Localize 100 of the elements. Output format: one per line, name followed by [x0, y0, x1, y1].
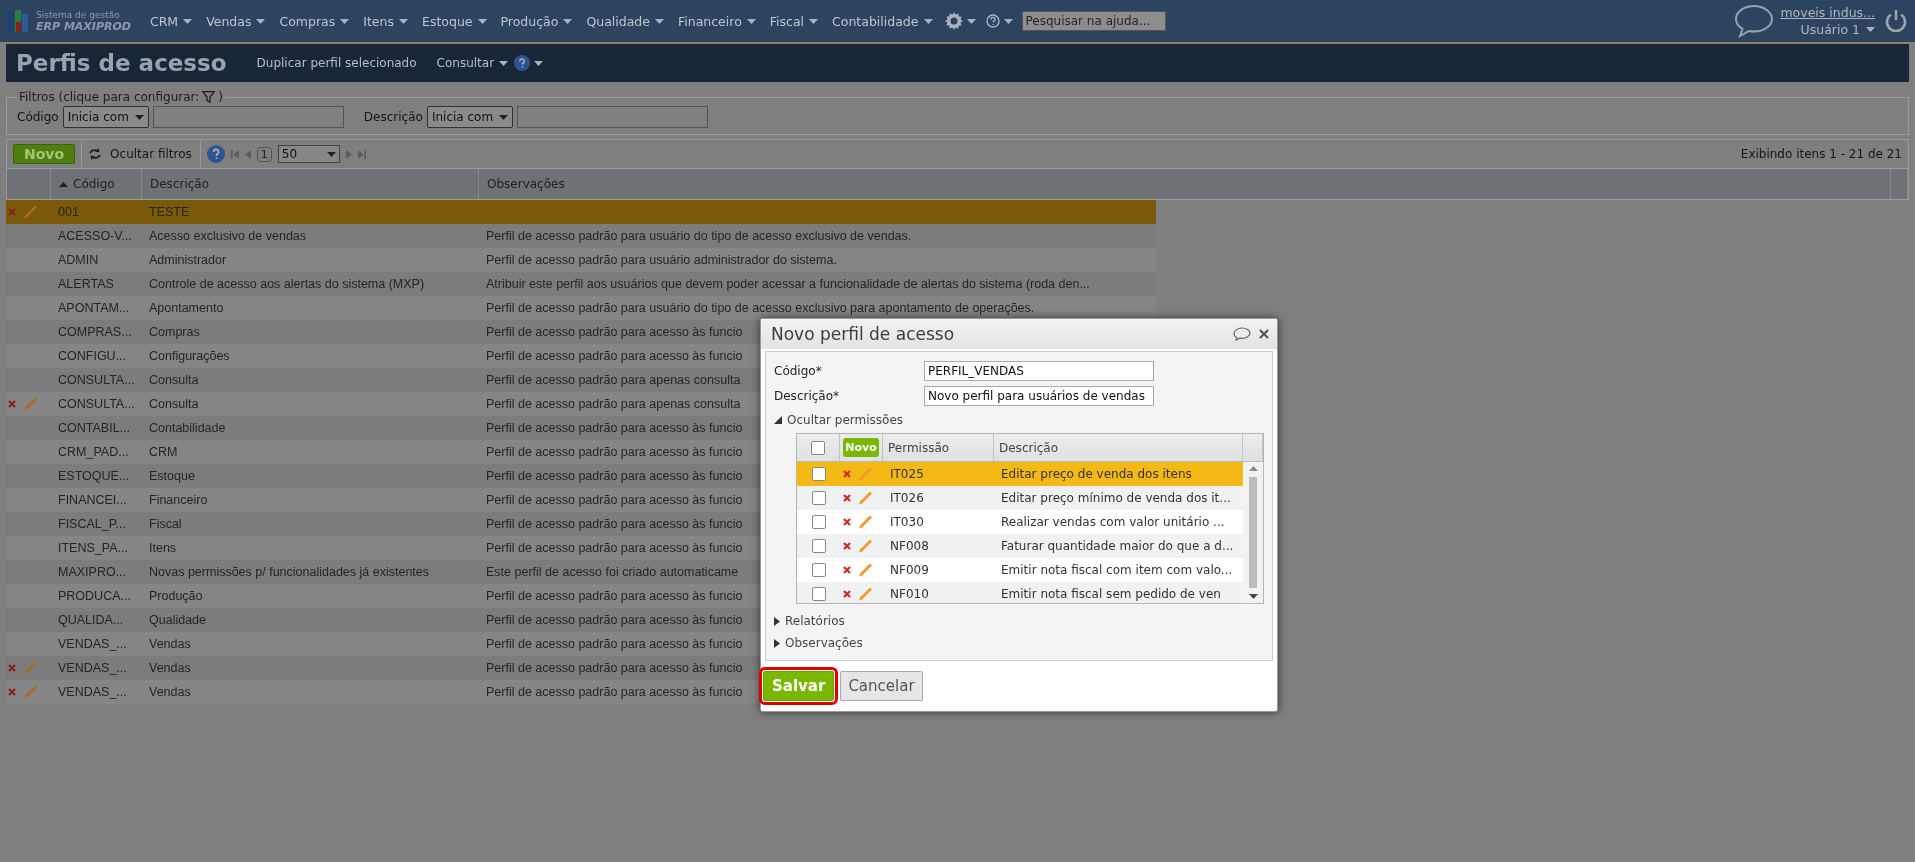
table-cell: Controle de acesso aos alertas do sistema (MXP): [149, 277, 425, 291]
column-header[interactable]: Descrição: [999, 440, 1059, 455]
last-page-icon[interactable]: [357, 149, 366, 159]
menu-item[interactable]: Itens: [356, 13, 415, 29]
user-menu[interactable]: Usuário 1: [1800, 21, 1875, 38]
checkbox[interactable]: [811, 440, 825, 455]
previous-page-icon[interactable]: [244, 149, 251, 159]
permission-row[interactable]: IT025 Editar preço de venda dos itens: [797, 462, 1243, 486]
action-link[interactable]: Duplicar perfil selecionado: [256, 56, 417, 70]
table-row[interactable]: APONTAM... Apontamento Perfil de acesso padrão para usuário do tipo de acesso exclusivo para apontamento de operações.: [6, 296, 1156, 320]
table-cell: 001: [58, 205, 79, 219]
delete-icon[interactable]: [8, 688, 16, 696]
table-cell: Perfil de acesso padrão para apenas consulta: [486, 397, 741, 411]
table-cell: Novas permissões p/ funcionalidades já existentes: [149, 565, 429, 579]
table-cell: TESTE: [149, 205, 190, 219]
table-cell-text: NF010: [889, 587, 930, 601]
menu-item[interactable]: Financeiro: [670, 13, 763, 29]
menu-item[interactable]: Produção: [493, 13, 580, 29]
next-page-icon[interactable]: [345, 149, 352, 159]
filters-legend-end: ): [218, 90, 223, 104]
cancel-button[interactable]: Cancelar: [840, 671, 923, 701]
checkbox[interactable]: [811, 467, 826, 481]
section-toggle[interactable]: Relatórios: [774, 610, 845, 632]
delete-icon[interactable]: [843, 470, 851, 478]
menu-item[interactable]: CRM: [142, 13, 200, 29]
table-cell: Atribuir este perfil aos usuários que devem poder acessar a funcionalidade de alertas do sistema (roda den...: [486, 277, 1090, 291]
table-cell: Perfil de acesso padrão para acesso às funcio: [486, 613, 743, 627]
permission-row[interactable]: IT030 Realizar vendas com valor unitário ...: [797, 510, 1243, 534]
permission-row[interactable]: NF010 Emitir nota fiscal sem pedido de ven: [797, 582, 1243, 603]
page-number[interactable]: 1: [256, 146, 272, 162]
operator-select[interactable]: Inicia com: [426, 106, 514, 128]
delete-icon[interactable]: [8, 400, 16, 408]
first-page-icon[interactable]: [230, 149, 239, 159]
column-header[interactable]: Código: [73, 177, 115, 191]
pencil-icon[interactable]: [857, 490, 873, 506]
menu-item[interactable]: Qualidade: [579, 13, 671, 29]
table-cell: FISCAL_P...: [58, 517, 126, 531]
filter-icon[interactable]: [202, 91, 216, 103]
settings-icon[interactable]: [944, 12, 963, 30]
help-icon[interactable]: [985, 14, 1000, 28]
checkbox[interactable]: [811, 587, 826, 601]
permission-row[interactable]: NF009 Emitir nota fiscal com item com valo...: [797, 558, 1243, 582]
table-cell: PRODUCA...: [58, 589, 131, 603]
input-field[interactable]: PERFIL_VENDAS: [924, 360, 1154, 381]
caret-icon: [746, 18, 756, 24]
help-icon[interactable]: [206, 145, 225, 163]
pencil-icon[interactable]: [857, 514, 873, 530]
pencil-icon[interactable]: [857, 586, 873, 602]
action-link[interactable]: Consultar: [436, 56, 509, 70]
table-cell: VENDAS_...: [58, 661, 127, 675]
refresh-icon[interactable]: [88, 148, 103, 160]
power-icon[interactable]: [1885, 9, 1907, 33]
column-header[interactable]: Permissão: [888, 440, 950, 455]
comment-icon[interactable]: [1233, 327, 1251, 341]
table-cell: Fiscal: [149, 517, 182, 531]
input-field[interactable]: Novo perfil para usuários de vendas: [924, 385, 1154, 406]
filter-label: Descrição: [363, 110, 423, 124]
close-icon[interactable]: [1259, 329, 1269, 339]
filter-field[interactable]: [517, 106, 709, 128]
table-cell: Apontamento: [149, 301, 224, 315]
search-field[interactable]: Pesquisar na ajuda...: [1021, 11, 1166, 31]
delete-icon[interactable]: [8, 664, 16, 672]
hide-filters-button[interactable]: Ocultar filtros: [108, 147, 194, 161]
permission-row[interactable]: IT026 Editar preço mínimo de venda dos it...: [797, 486, 1243, 510]
column-header[interactable]: Descrição: [150, 177, 210, 191]
help-icon[interactable]: [514, 55, 531, 71]
section-toggle[interactable]: Observações: [774, 632, 863, 654]
column-header[interactable]: Observações: [487, 177, 565, 191]
filter-field[interactable]: [152, 106, 344, 128]
scroll-down-icon[interactable]: [1248, 594, 1258, 599]
menu-item[interactable]: Vendas: [199, 13, 273, 29]
delete-icon[interactable]: [843, 494, 851, 502]
company-link[interactable]: moveis indus...: [1780, 4, 1875, 21]
caret-icon: [534, 60, 544, 66]
caret-icon: [1866, 27, 1875, 32]
menu-item[interactable]: Contabilidade: [825, 13, 940, 29]
delete-icon[interactable]: [843, 566, 851, 574]
delete-icon[interactable]: [843, 590, 851, 598]
page-size-select[interactable]: 50: [277, 145, 340, 163]
menu-item[interactable]: Fiscal: [762, 13, 826, 29]
scroll-up-icon[interactable]: [1248, 466, 1258, 471]
chat-icon[interactable]: [1734, 4, 1775, 38]
table-cell: QUALIDA...: [58, 613, 124, 627]
table-cell: Consulta: [149, 373, 199, 387]
table-row[interactable]: ADMIN Administrador Perfil de acesso padrão para usuário administrador do sistema.: [6, 248, 1156, 272]
operator-select[interactable]: Inicia com: [62, 106, 149, 128]
checkbox[interactable]: [811, 539, 826, 553]
menu-item[interactable]: Estoque: [415, 13, 494, 29]
delete-icon[interactable]: [843, 518, 851, 526]
table-cell: Itens: [149, 541, 177, 555]
table-cell: Perfil de acesso padrão para usuário do tipo de acesso exclusivo para apontamento de operações.: [486, 301, 1035, 315]
table-cell-text: NF009: [889, 563, 930, 577]
permission-row[interactable]: NF008 Faturar quantidade maior do que a d...: [797, 534, 1243, 558]
delete-icon[interactable]: [843, 542, 851, 550]
pencil-icon[interactable]: [857, 538, 873, 554]
pencil-icon[interactable]: [857, 562, 873, 578]
checkbox[interactable]: [811, 515, 826, 529]
menu-item[interactable]: Compras: [272, 13, 357, 29]
checkbox[interactable]: [811, 563, 826, 577]
checkbox[interactable]: [811, 491, 826, 505]
